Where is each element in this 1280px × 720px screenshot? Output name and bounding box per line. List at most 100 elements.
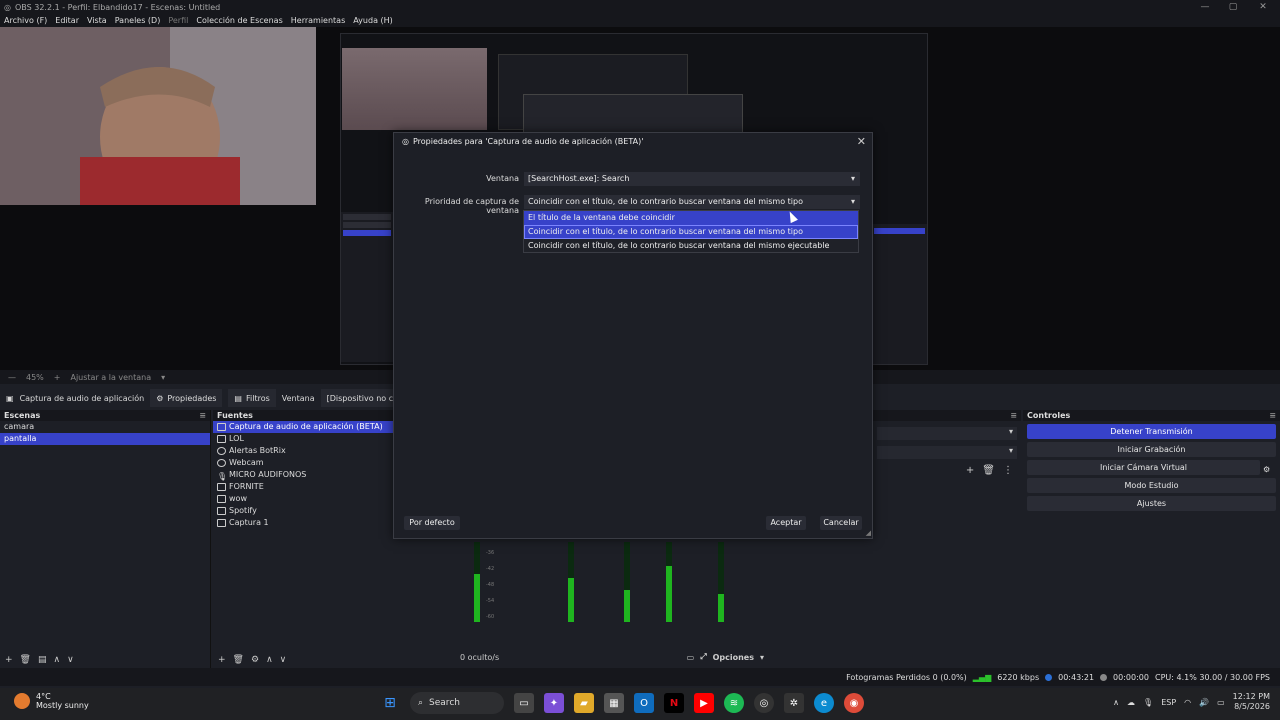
youtube-icon[interactable]: ▶ — [694, 693, 714, 713]
sources-header: Fuentes — [213, 410, 395, 421]
minimize-button[interactable]: — — [1190, 0, 1220, 14]
source-label: Captura 1 — [229, 518, 269, 527]
trash-icon[interactable]: 🗑 — [20, 655, 31, 665]
source-item[interactable]: Captura de audio de aplicación (BETA) — [213, 421, 395, 433]
settings-button[interactable]: Ajustes — [1027, 496, 1276, 511]
properties-button[interactable]: ⚙ Propiedades — [150, 389, 223, 407]
spotify-icon[interactable]: ≋ — [724, 693, 744, 713]
resize-grip-icon[interactable]: ◢ — [866, 529, 871, 537]
source-item[interactable]: Webcam — [213, 457, 395, 469]
source-item[interactable]: Alertas BotRix — [213, 445, 395, 457]
taskbar-search[interactable]: ⌕ Search — [410, 692, 504, 714]
menu-icon[interactable]: ≡ — [199, 410, 206, 421]
move-down-icon[interactable]: ∨ — [280, 655, 287, 665]
duration-field[interactable] — [877, 446, 1017, 459]
options-button[interactable]: Opciones — [713, 653, 754, 662]
edge-icon[interactable]: e — [814, 693, 834, 713]
maximize-button[interactable]: ▢ — [1218, 0, 1248, 14]
add-icon[interactable]: + — [218, 655, 226, 665]
transition-select[interactable] — [877, 427, 1017, 440]
move-down-icon[interactable]: ∨ — [67, 655, 74, 665]
layout-icon[interactable]: ▭ — [687, 653, 695, 662]
weather-widget[interactable]: 4°C Mostly sunny — [14, 692, 89, 710]
trash-icon[interactable]: 🗑 — [982, 465, 995, 476]
chevron-up-icon[interactable]: ∧ — [1113, 698, 1119, 707]
battery-icon[interactable]: ▭ — [1217, 698, 1225, 707]
ok-button[interactable]: Aceptar — [766, 516, 806, 530]
source-item[interactable]: FORNITE — [213, 481, 395, 493]
move-up-icon[interactable]: ∧ — [266, 655, 273, 665]
clock[interactable]: 12:12 PM 8/5/2026 — [1233, 692, 1270, 712]
chrome-icon[interactable]: ◉ — [844, 693, 864, 713]
fit-window-label[interactable]: Ajustar a la ventana — [70, 373, 151, 382]
audio-source-icon — [217, 423, 226, 431]
wifi-icon[interactable]: ◠ — [1184, 698, 1191, 707]
menu-coleccion[interactable]: Colección de Escenas — [196, 16, 282, 25]
chevron-down-icon[interactable]: ▾ — [161, 373, 165, 382]
menu-icon[interactable]: ≡ — [1010, 410, 1017, 421]
studio-mode-button[interactable]: Modo Estudio — [1027, 478, 1276, 493]
expand-icon[interactable]: ⤢ — [700, 652, 706, 662]
meter-tick: -54 — [486, 598, 495, 604]
netflix-icon[interactable]: N — [664, 693, 684, 713]
menu-paneles[interactable]: Paneles (D) — [115, 16, 161, 25]
chatgpt-icon[interactable]: ✲ — [784, 693, 804, 713]
source-item[interactable]: 🎙 MICRO AUDIFONOS — [213, 469, 395, 481]
cloud-icon[interactable]: ☁ — [1127, 698, 1135, 707]
source-item[interactable]: Captura 1 — [213, 517, 395, 529]
source-item[interactable]: wow — [213, 493, 395, 505]
outlook-icon[interactable]: O — [634, 693, 654, 713]
scenes-header: Escenas ≡ — [0, 410, 210, 421]
dropdown-option[interactable]: Coincidir con el título, de lo contrario… — [524, 239, 858, 253]
cancel-button[interactable]: Cancelar — [820, 516, 862, 530]
gear-icon[interactable]: ⚙ — [251, 655, 259, 665]
priority-select[interactable]: Coincidir con el título, de lo contrario… — [524, 195, 860, 209]
menu-ayuda[interactable]: Ayuda (H) — [353, 16, 393, 25]
close-icon[interactable]: ✕ — [857, 135, 866, 148]
menu-herramientas[interactable]: Herramientas — [291, 16, 346, 25]
start-virtual-camera-button[interactable]: Iniciar Cámara Virtual — [1027, 460, 1260, 475]
trash-icon[interactable]: 🗑 — [233, 655, 244, 665]
stop-streaming-button[interactable]: Detener Transmisión — [1027, 424, 1276, 439]
copilot-icon[interactable]: ✦ — [544, 693, 564, 713]
dialog-title: Propiedades para 'Captura de audio de ap… — [412, 137, 644, 146]
menu-editar[interactable]: Editar — [55, 16, 79, 25]
scene-item-selected[interactable]: pantalla — [0, 433, 210, 445]
window-select[interactable]: [SearchHost.exe]: Search ▾ — [524, 172, 860, 186]
dropdown-option-selected[interactable]: Coincidir con el título, de lo contrario… — [524, 225, 858, 239]
add-icon[interactable]: + — [966, 465, 974, 476]
obs-icon[interactable]: ◎ — [754, 693, 774, 713]
task-view-icon[interactable]: ▭ — [514, 693, 534, 713]
more-icon[interactable]: ⋮ — [1003, 465, 1013, 476]
gear-icon[interactable]: ⚙ — [1263, 465, 1270, 474]
mic-icon[interactable]: 🎙 — [1143, 698, 1153, 707]
gear-icon: ⚙ — [156, 393, 164, 403]
source-item[interactable]: LOL — [213, 433, 395, 445]
start-recording-button[interactable]: Iniciar Grabación — [1027, 442, 1276, 457]
volume-icon[interactable]: 🔊 — [1199, 698, 1209, 707]
scene-item[interactable]: camara — [0, 421, 210, 433]
mirror-sidebar — [341, 212, 393, 362]
transition-tools: + 🗑 ⋮ — [873, 459, 1021, 476]
menu-vista[interactable]: Vista — [87, 16, 107, 25]
file-explorer-icon[interactable]: ▰ — [574, 693, 594, 713]
window-select-value: [SearchHost.exe]: Search — [528, 174, 630, 183]
zoom-minus-button[interactable]: — — [8, 373, 16, 382]
store-icon[interactable]: ▦ — [604, 693, 624, 713]
defaults-button[interactable]: Por defecto — [404, 516, 460, 530]
dropdown-option[interactable]: El título de la ventana debe coincidir — [524, 211, 858, 225]
menu-archivo[interactable]: Archivo (F) — [4, 16, 47, 25]
add-icon[interactable]: + — [5, 655, 13, 665]
taskbar: 4°C Mostly sunny ⊞ ⌕ Search ▭ ✦ ▰ ▦ O N ▶ … — [0, 688, 1280, 720]
menu-perfil[interactable]: Perfil — [168, 16, 188, 25]
stream-status-icon — [1045, 673, 1053, 681]
filter-icon[interactable]: ▤ — [38, 655, 47, 665]
zoom-plus-button[interactable]: + — [54, 373, 61, 382]
menu-icon[interactable]: ≡ — [1269, 410, 1276, 421]
move-up-icon[interactable]: ∧ — [54, 655, 61, 665]
language-indicator[interactable]: ESP — [1161, 698, 1176, 707]
close-window-button[interactable]: ✕ — [1248, 0, 1278, 14]
source-item[interactable]: Spotify — [213, 505, 395, 517]
windows-start-icon[interactable]: ⊞ — [380, 693, 400, 713]
filters-button[interactable]: ▤ Filtros — [228, 389, 276, 407]
